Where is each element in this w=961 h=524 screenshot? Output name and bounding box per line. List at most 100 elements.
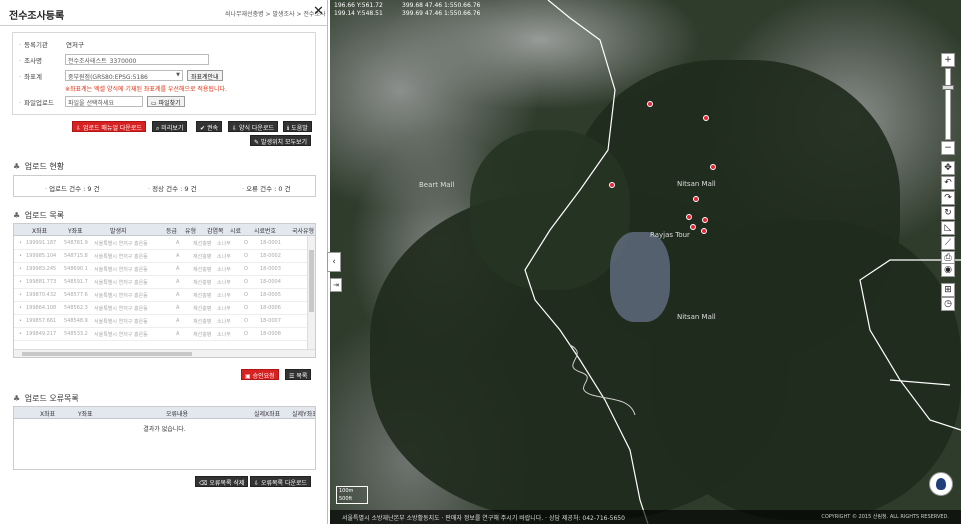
map-label: Nitsan Mall (677, 180, 716, 188)
survey-name-input[interactable]: 전수조사테스트_3370000 (65, 54, 209, 65)
crs-note: ※좌표계는 엑셀 양식에 기재된 좌표계를 우선해으로 적용됩니다. (65, 86, 227, 93)
scale-imperial: 500ft (339, 496, 353, 502)
col-grade: 등급 (166, 228, 178, 235)
grid-button[interactable]: ⊞ (941, 283, 955, 297)
zoom-in-button[interactable]: + (941, 53, 955, 67)
err-col-content: 오류내용 (166, 411, 189, 418)
tree-icon: ♣ (13, 394, 21, 403)
show-all-button[interactable]: ✎ 발생위치 모두보기 (250, 135, 312, 146)
table-cell: O (244, 305, 248, 311)
table-row[interactable]: • 199985.104 548715.8 서울특별시 연저구 홍은동 A 재선충병 소나무… (14, 250, 315, 263)
panel-toggle-button[interactable]: ⇥ (330, 278, 342, 292)
name-row: 조사명 전수조사테스트_3370000 (13, 54, 315, 66)
preview-button[interactable]: ⌕ 미리보기 (152, 121, 188, 132)
district-boundary (889, 379, 951, 386)
undo-button[interactable]: ↶ (941, 176, 955, 190)
table-cell: 소나무 (217, 280, 231, 286)
manual-download-button[interactable]: ⇩ 업로드 매뉴얼 다운로드 (72, 121, 146, 132)
table-row[interactable]: • 199864.108 548562.3 서울특별시 연저구 홍은동 A 재선충병 소나무… (14, 302, 315, 315)
map-label: Rayjas Tour (650, 231, 690, 239)
table-row[interactable]: • 199991.187 548781.9 서울특별시 연저구 홍은동 A 재선충병 소나무… (14, 237, 315, 250)
error-count: 오류 건수 : 0 건 (242, 183, 291, 193)
action-row: ⇩ 업로드 매뉴얼 다운로드 ⌕ 미리보기 ✔ 권속 ⇩ 양식 다운로드 ℹ 도… (0, 121, 327, 132)
history-icon: ◷ (944, 299, 952, 309)
table-cell: 18-0005 (260, 292, 281, 298)
table-cell: 재선충병 (193, 267, 212, 273)
vertical-scrollbar[interactable] (307, 236, 315, 349)
upload-list-heading: ♣ 업로드 목록 (13, 210, 64, 221)
approve-request-label: 승인요청 (252, 373, 275, 380)
org-value: 연저구 (66, 41, 84, 49)
list-button[interactable]: ☰ 목록 (285, 369, 312, 380)
undo-icon: ↶ (944, 178, 952, 188)
scroll-thumb[interactable] (309, 250, 314, 312)
error-download-button[interactable]: ⇩ 오류목록 다운로드 (250, 476, 312, 487)
confirm-button[interactable]: ✔ 권속 (196, 121, 222, 132)
district-boundary (524, 0, 649, 524)
tree-icon: ♣ (13, 211, 21, 220)
crs-select[interactable]: 중부원점(GRS80:EPSG:5186 ▼ (65, 70, 183, 81)
col-sample: 시료 (230, 228, 242, 235)
occurrence-point[interactable] (690, 224, 696, 230)
table-cell: O (244, 331, 248, 337)
table-cell: 18-0003 (260, 266, 281, 272)
scale-metric: 100m (339, 488, 354, 494)
layer-button[interactable]: ◉ (941, 263, 955, 277)
layers-icon: ◉ (944, 265, 952, 275)
table-cell: 199985.104 (26, 253, 57, 259)
table-cell: O (244, 279, 248, 285)
occurrence-point[interactable] (693, 196, 699, 202)
measure-area-button[interactable]: ◺ (941, 221, 955, 235)
scroll-thumb[interactable] (22, 352, 192, 356)
refresh-button[interactable]: ↻ (941, 206, 955, 220)
table-row[interactable]: • 199857.661 548548.9 서울특별시 연저구 홍은동 A 재선충병 소나무… (14, 315, 315, 328)
table-cell: 재선충병 (193, 332, 212, 338)
occurrence-point[interactable] (609, 182, 615, 188)
table-row[interactable]: • 199849.217 548533.2 서울특별시 연저구 홍은동 A 재선충병 소나무… (14, 328, 315, 341)
history-button[interactable]: ◷ (941, 297, 955, 311)
occurrence-point[interactable] (686, 214, 692, 220)
refresh-icon: ↻ (944, 208, 952, 218)
template-download-button[interactable]: ⇩ 양식 다운로드 (228, 121, 278, 132)
file-input[interactable]: 파일을 선택하세요 (65, 96, 143, 107)
col-x: X좌표 (32, 228, 48, 235)
table-cell: A (176, 318, 180, 324)
redo-button[interactable]: ↷ (941, 191, 955, 205)
error-delete-button[interactable]: ⌫ 오류목록 삭제 (195, 476, 249, 487)
err-col-real-x: 실제X좌표 (254, 411, 281, 418)
horizontal-scrollbar[interactable] (14, 349, 315, 357)
table-cell: 548562.3 (64, 305, 88, 311)
help-button[interactable]: ℹ 도움말 (283, 121, 312, 132)
zoom-slider-handle[interactable] (942, 85, 954, 90)
table-cell: 소나무 (217, 241, 231, 247)
table-cell: 서울특별시 연저구 홍은동 (94, 254, 148, 260)
org-row: 등록기관 연저구 (13, 38, 315, 50)
zoom-slider[interactable] (942, 68, 954, 140)
occurrence-point[interactable] (702, 217, 708, 223)
compass-icon[interactable] (929, 472, 953, 496)
satellite-map[interactable]: 196.66 Y:561.72 199.14 Y:548.51 399.68 47… (330, 0, 961, 524)
file-find-button[interactable]: ▭ 파일찾기 (147, 96, 185, 107)
measure-distance-button[interactable]: ⟋ (941, 236, 955, 250)
occurrence-point[interactable] (710, 164, 716, 170)
pan-button[interactable]: ✥ (941, 161, 955, 175)
file-find-label: 파일찾기 (158, 100, 181, 107)
show-all-label: 발생위치 모두보기 (260, 139, 308, 146)
table-row[interactable]: • 199983.245 548690.1 서울특별시 연저구 홍은동 A 재선충병 소나무… (14, 263, 315, 276)
crs-label: 좌표계 (19, 71, 42, 81)
close-icon[interactable]: ✕ (313, 4, 324, 19)
page-title: 전수조사등록 (9, 11, 65, 22)
crs-guide-button[interactable]: 좌표계안내 (187, 70, 223, 81)
save-icon: ▣ (245, 373, 251, 380)
occurrence-point[interactable] (647, 101, 653, 107)
approve-request-button[interactable]: ▣ 승인요청 (241, 369, 279, 380)
panel-collapse-button[interactable]: ‹ (327, 252, 341, 272)
preview-label: 미리보기 (161, 125, 184, 132)
table-cell: 199991.187 (26, 240, 57, 246)
occurrence-point[interactable] (701, 228, 707, 234)
table-row[interactable]: • 199881.773 548591.7 서울특별시 연저구 홍은동 A 재선충병 소나무… (14, 276, 315, 289)
table-row[interactable]: • 199870.432 548577.6 서울특별시 연저구 홍은동 A 재선충병 소나무… (14, 289, 315, 302)
zoom-out-button[interactable]: − (941, 141, 955, 155)
occurrence-point[interactable] (703, 115, 709, 121)
table-cell: 199857.661 (26, 318, 57, 324)
